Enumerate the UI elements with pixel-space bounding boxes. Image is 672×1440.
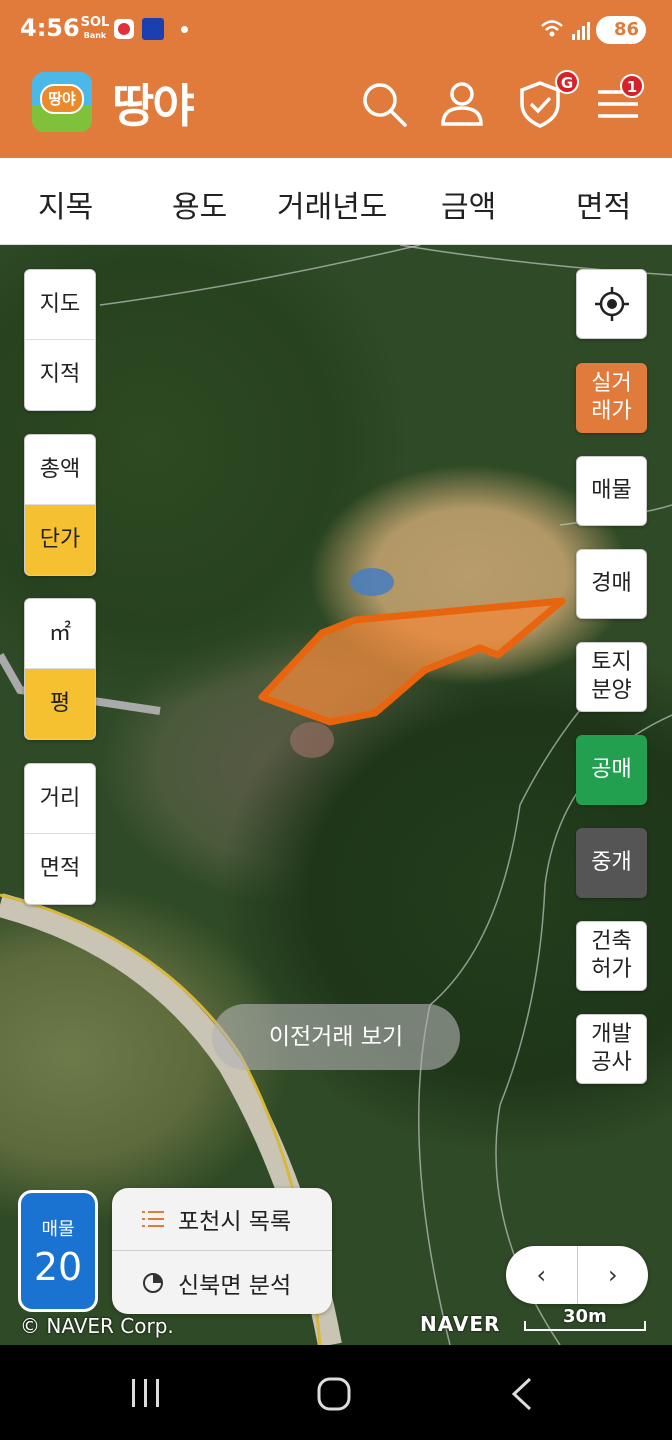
city-list-button[interactable]: 포천시 목록 [112,1188,332,1251]
measure-distance[interactable]: 거리 [25,764,95,834]
sol-sub: Bank [83,31,107,40]
app-notification-icon [114,19,134,39]
securities-app-icon [142,18,164,40]
public-sale-button[interactable]: 공매 [576,735,647,805]
price-mode-group: 총액 단가 [24,434,96,576]
price-mode-total[interactable]: 총액 [25,435,95,505]
map-copyright: © NAVER Corp. [20,1314,174,1338]
land-sale-button[interactable]: 토지 분양 [576,642,647,712]
search-icon[interactable] [360,80,408,128]
filter-price[interactable]: 금액 [441,182,496,226]
status-bar: 4:56 SOL Bank 86 [0,0,672,62]
unit-square-meter[interactable]: ㎡ [25,599,95,669]
pie-chart-icon [143,1272,163,1293]
map-type-group: 지도 지적 [24,269,96,411]
listing-count-label: 매물 [41,1219,75,1240]
sol-bank-icon: SOL Bank [80,16,110,42]
map-type-cadastral[interactable]: 지적 [25,340,95,410]
measure-area[interactable]: 면적 [25,834,95,904]
system-nav-bar [0,1345,672,1440]
menu-notification-badge: 1 [620,74,644,98]
listing-button[interactable]: 매물 [576,456,647,526]
filter-trade-year[interactable]: 거래년도 [277,182,387,226]
locate-me-button[interactable] [576,269,647,339]
app-header: 땅야 땅야 G 1 [0,62,672,158]
unit-pyeong[interactable]: 평 [25,669,95,739]
list-panel: 포천시 목록 신북면 분석 [112,1188,332,1314]
real-trade-price-button[interactable]: 실거 래가 [576,363,647,433]
prev-trade-button[interactable]: 이전거래 보기 [212,1004,460,1070]
logo-text: 땅야 [48,90,76,108]
city-list-label: 포천시 목록 [178,1209,292,1235]
pager-prev-button[interactable]: ‹ [506,1246,578,1304]
brand-title: 땅야 [112,79,195,133]
recent-apps-icon[interactable] [128,1377,164,1409]
wifi-signal-icon [541,20,590,40]
back-icon[interactable] [508,1376,536,1412]
shield-badge: G [555,70,579,94]
sol-label: SOL [80,15,110,30]
app-root: 4:56 SOL Bank 86 땅야 땅야 G 1 지목 용도 거래년도 금액… [0,0,672,1440]
filter-area[interactable]: 면적 [576,182,631,226]
naver-logo: NAVER [420,1312,501,1336]
area-unit-group: ㎡ 평 [24,598,96,740]
auction-button[interactable]: 경매 [576,549,647,619]
pager: ‹ › [506,1246,648,1304]
map-overlay [0,245,672,1345]
listing-count-value: 20 [33,1245,83,1289]
filter-zoning[interactable]: 용도 [172,182,227,226]
battery-indicator: 86 [596,16,646,44]
listing-count-box[interactable]: 매물 20 [18,1190,98,1312]
measure-group: 거리 면적 [24,763,96,905]
satellite-map[interactable]: 지도 지적 총액 단가 ㎡ 평 거리 면적 실거 래가 매물 경매 토지 분양 … [0,245,672,1345]
map-scale-bar [524,1321,646,1331]
user-icon[interactable] [438,80,486,128]
brokerage-button[interactable]: 중개 [576,828,647,898]
more-notifications-dot-icon [181,26,188,33]
building-permit-button[interactable]: 건축 허가 [576,921,647,991]
map-type-map[interactable]: 지도 [25,270,95,340]
logo-pin-icon: 땅야 [40,84,84,114]
list-icon [142,1211,164,1227]
filter-land-category[interactable]: 지목 [38,182,93,226]
area-analysis-label: 신북면 분석 [178,1272,292,1299]
status-time: 4:56 [20,14,80,42]
development-button[interactable]: 개발 공사 [576,1014,647,1084]
pager-next-button[interactable]: › [578,1246,649,1304]
filter-bar: 지목 용도 거래년도 금액 면적 [0,158,672,245]
app-logo[interactable]: 땅야 [32,72,92,132]
crosshair-icon [594,287,629,321]
price-mode-unit[interactable]: 단가 [25,505,95,575]
area-analysis-button[interactable]: 신북면 분석 [112,1251,332,1314]
home-icon[interactable] [316,1376,352,1412]
